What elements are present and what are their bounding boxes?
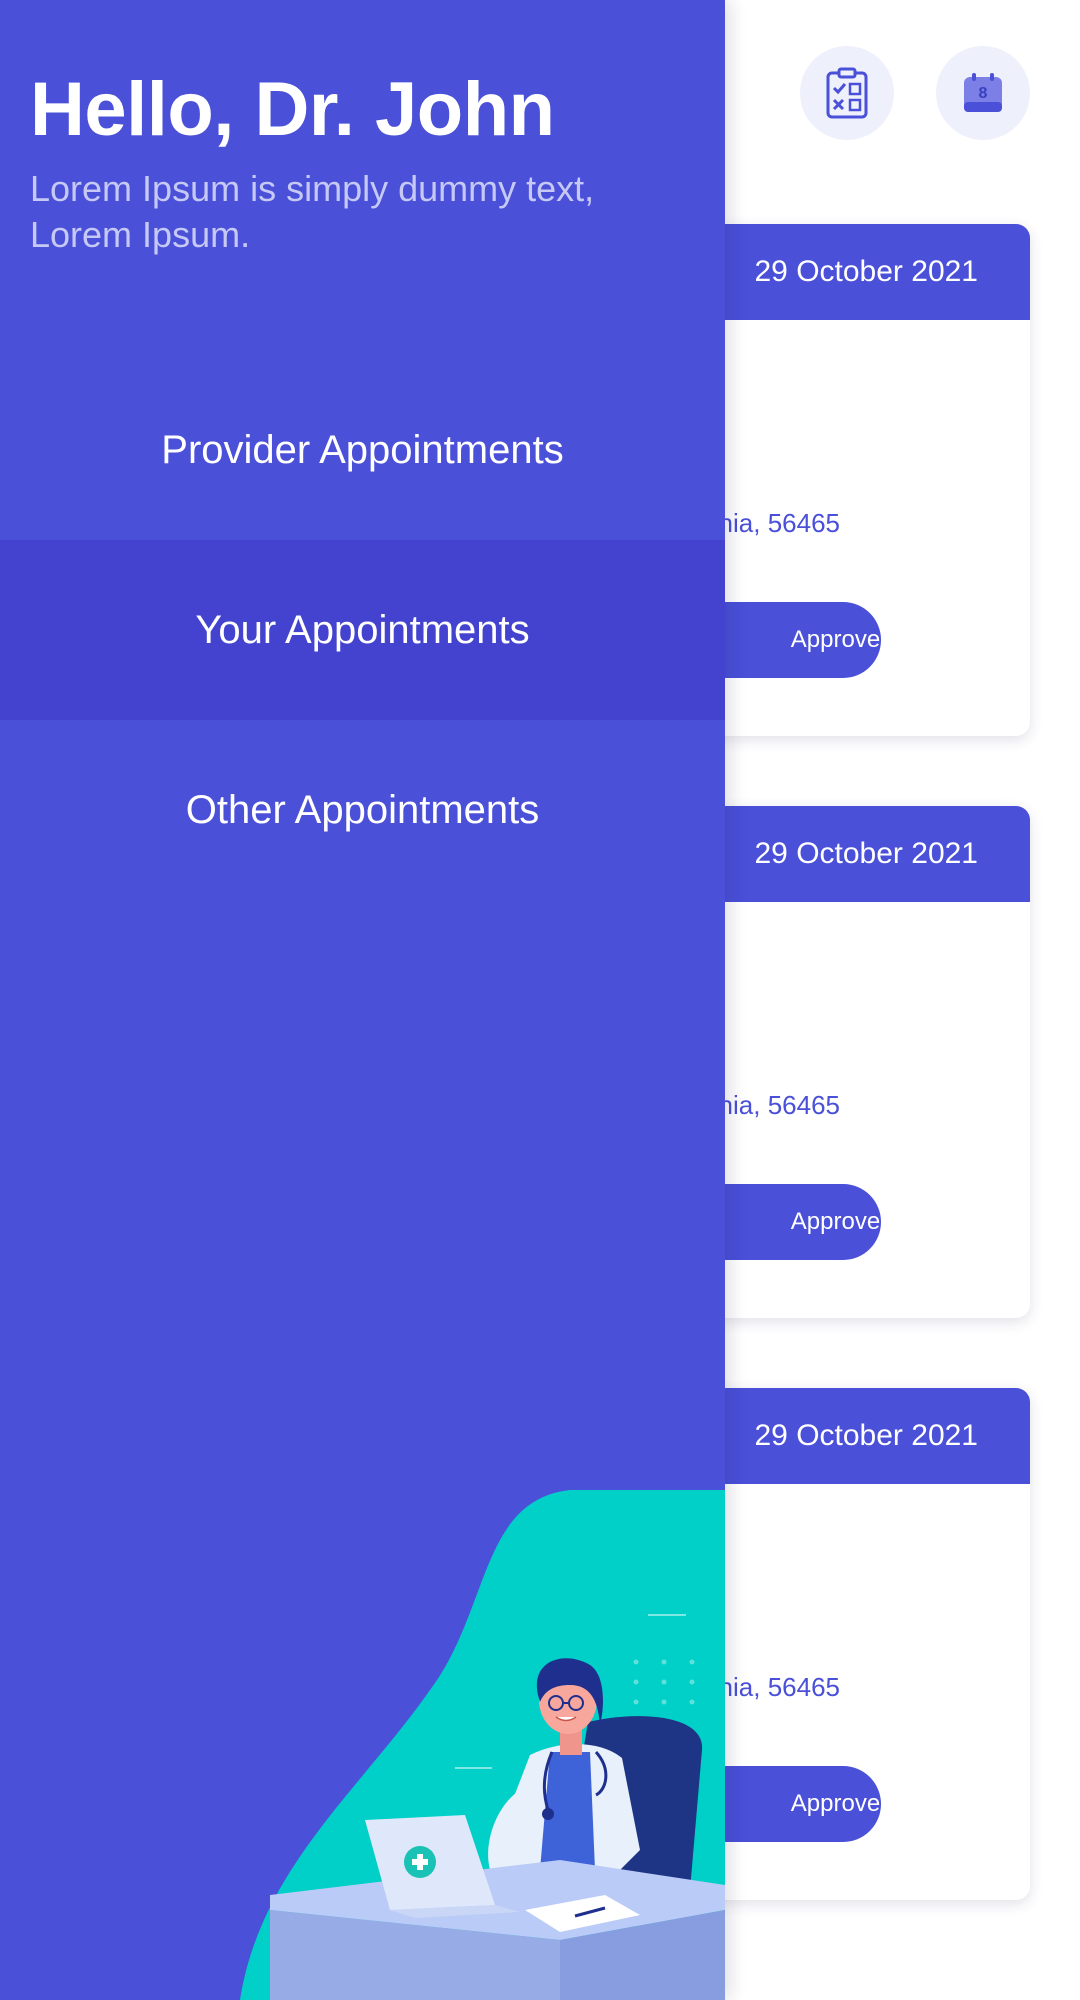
calendar-button[interactable]: 8	[936, 46, 1030, 140]
checklist-button[interactable]	[800, 46, 894, 140]
navigation-drawer: Hello, Dr. John Lorem Ipsum is simply du…	[0, 0, 725, 2000]
greeting-title: Hello, Dr. John	[30, 67, 555, 152]
greeting-subtitle: Lorem Ipsum is simply dummy text, Lorem …	[30, 168, 595, 255]
menu-item-your-appointments[interactable]: Your Appointments	[0, 540, 725, 720]
doctor-illustration	[240, 1490, 725, 2000]
menu-item-other-appointments[interactable]: Other Appointments	[0, 720, 725, 900]
menu-item-provider-appointments[interactable]: Provider Appointments	[0, 360, 725, 540]
checklist-icon	[826, 67, 868, 119]
calendar-icon: 8	[964, 73, 1002, 112]
calendar-day: 8	[979, 85, 988, 102]
